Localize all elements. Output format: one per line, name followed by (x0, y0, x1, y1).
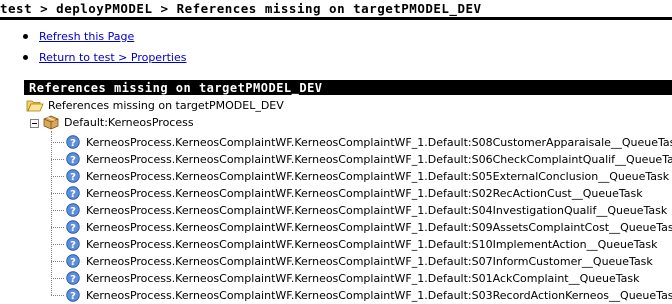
refresh-page-link[interactable]: Refresh this Page (39, 30, 134, 43)
tree-item-label: KerneosProcess.KerneosComplaintWF.Kerneo… (86, 187, 643, 200)
tree-item-label: KerneosProcess.KerneosComplaintWF.Kerneo… (86, 170, 670, 183)
collapse-toggle[interactable] (30, 119, 39, 128)
tree-process-label: Default:KerneosProcess (64, 116, 194, 129)
svg-text:?: ? (70, 291, 76, 302)
tree-branch-line (51, 278, 64, 279)
svg-text:?: ? (70, 189, 76, 200)
help-question-icon: ? (66, 152, 80, 166)
tree-item-label: KerneosProcess.KerneosComplaintWF.Kerneo… (86, 204, 668, 217)
help-question-icon: ? (66, 288, 80, 302)
tree-branch-line (51, 244, 64, 245)
tree-item-label: KerneosProcess.KerneosComplaintWF.Kerneo… (86, 272, 640, 285)
tree-branch-line (51, 159, 64, 160)
help-question-icon: ? (66, 135, 80, 149)
bullet-icon (23, 54, 28, 60)
tree-branch-line (51, 193, 64, 194)
tree-connector-line (51, 131, 52, 295)
tree-branch-line (51, 142, 64, 143)
help-question-icon: ? (66, 220, 80, 234)
tree-branch-line (51, 295, 64, 296)
help-question-icon: ? (66, 254, 80, 268)
return-link-row: Return to test > Properties (23, 51, 186, 65)
help-question-icon: ? (66, 271, 80, 285)
section-title: References missing on targetPMODEL_DEV (29, 81, 323, 95)
svg-text:?: ? (70, 257, 76, 268)
return-to-properties-link[interactable]: Return to test > Properties (39, 51, 186, 64)
section-header: References missing on targetPMODEL_DEV (24, 80, 672, 95)
svg-text:?: ? (70, 138, 76, 149)
help-question-icon: ? (66, 186, 80, 200)
breadcrumb-bar: test > deployPMODEL > References missing… (0, 0, 672, 20)
bullet-icon (23, 33, 28, 39)
tree-item-label: KerneosProcess.KerneosComplaintWF.Kerneo… (86, 238, 658, 251)
svg-text:?: ? (70, 274, 76, 285)
tree-item-label: KerneosProcess.KerneosComplaintWF.Kerneo… (86, 221, 672, 234)
svg-text:?: ? (70, 172, 76, 183)
help-question-icon: ? (66, 203, 80, 217)
tree-branch-line (51, 227, 64, 228)
help-question-icon: ? (66, 237, 80, 251)
refresh-link-row: Refresh this Page (23, 30, 134, 44)
tree-item-label: KerneosProcess.KerneosComplaintWF.Kerneo… (86, 255, 653, 268)
tree-item-label: KerneosProcess.KerneosComplaintWF.Kerneo… (86, 136, 672, 149)
svg-text:?: ? (70, 206, 76, 217)
tree-root-label: References missing on targetPMODEL_DEV (48, 99, 284, 112)
help-question-icon: ? (66, 169, 80, 183)
tree-branch-line (51, 261, 64, 262)
breadcrumb: test > deployPMODEL > References missing… (0, 1, 482, 16)
package-icon (43, 115, 59, 130)
svg-text:?: ? (70, 155, 76, 166)
tree-branch-line (51, 210, 64, 211)
tree-item-label: KerneosProcess.KerneosComplaintWF.Kerneo… (86, 289, 672, 302)
svg-text:?: ? (70, 223, 76, 234)
tree-item-label: KerneosProcess.KerneosComplaintWF.Kerneo… (86, 153, 672, 166)
open-folder-icon (26, 100, 44, 112)
svg-text:?: ? (70, 240, 76, 251)
tree-branch-line (51, 176, 64, 177)
